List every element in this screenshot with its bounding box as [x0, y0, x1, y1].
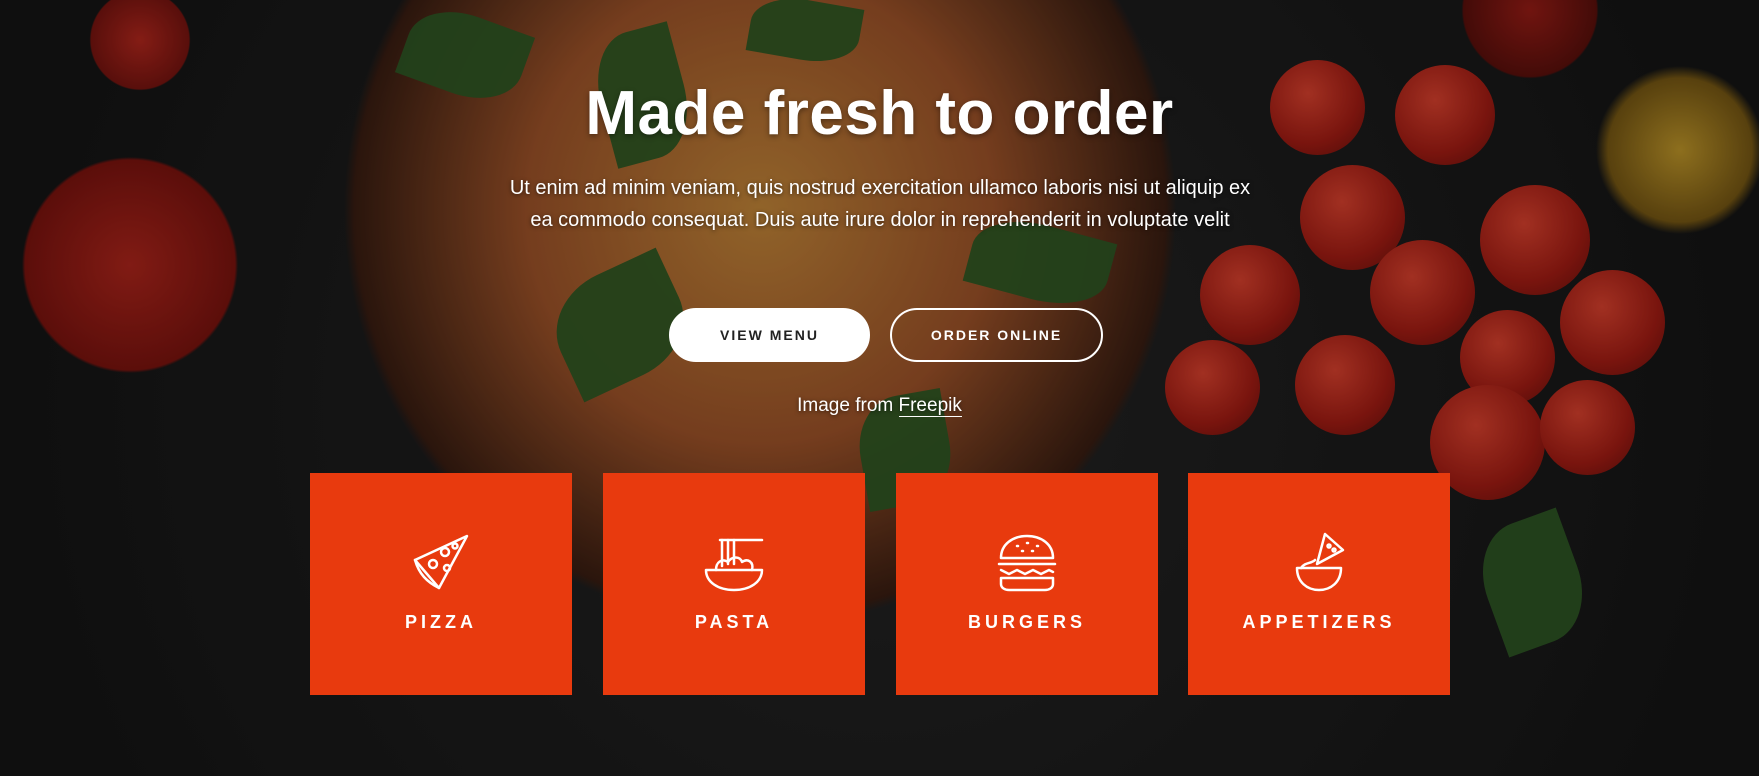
pizza-slice-icon: [413, 534, 469, 590]
image-credit: Image from Freepik: [0, 395, 1759, 417]
category-label: BURGERS: [967, 612, 1086, 632]
view-menu-label: VIEW MENU: [720, 327, 819, 343]
order-online-label: ORDER ONLINE: [930, 327, 1063, 343]
freepik-link[interactable]: Freepik: [898, 395, 962, 417]
category-tile-burgers[interactable]: BURGERS: [896, 473, 1158, 695]
category-tile-pasta[interactable]: PASTA: [603, 473, 865, 695]
view-menu-button[interactable]: VIEW MENU: [669, 308, 870, 362]
category-tile-pizza[interactable]: PIZZA: [310, 473, 572, 695]
nacho-dip-icon: [1295, 532, 1345, 592]
category-tile-appetizers[interactable]: APPETIZERS: [1188, 473, 1450, 695]
hero-title: Made fresh to order: [585, 79, 1174, 148]
order-online-button[interactable]: ORDER ONLINE: [890, 308, 1103, 362]
category-label: PIZZA: [405, 612, 477, 632]
burger-icon: [997, 534, 1057, 592]
pasta-bowl-icon: [704, 538, 764, 592]
category-label: APPETIZERS: [1242, 612, 1396, 632]
image-credit-prefix: Image from: [797, 395, 894, 416]
category-label: PASTA: [694, 612, 774, 632]
hero-lead-text: Ut enim ad minim veniam, quis nostrud ex…: [509, 177, 1251, 231]
